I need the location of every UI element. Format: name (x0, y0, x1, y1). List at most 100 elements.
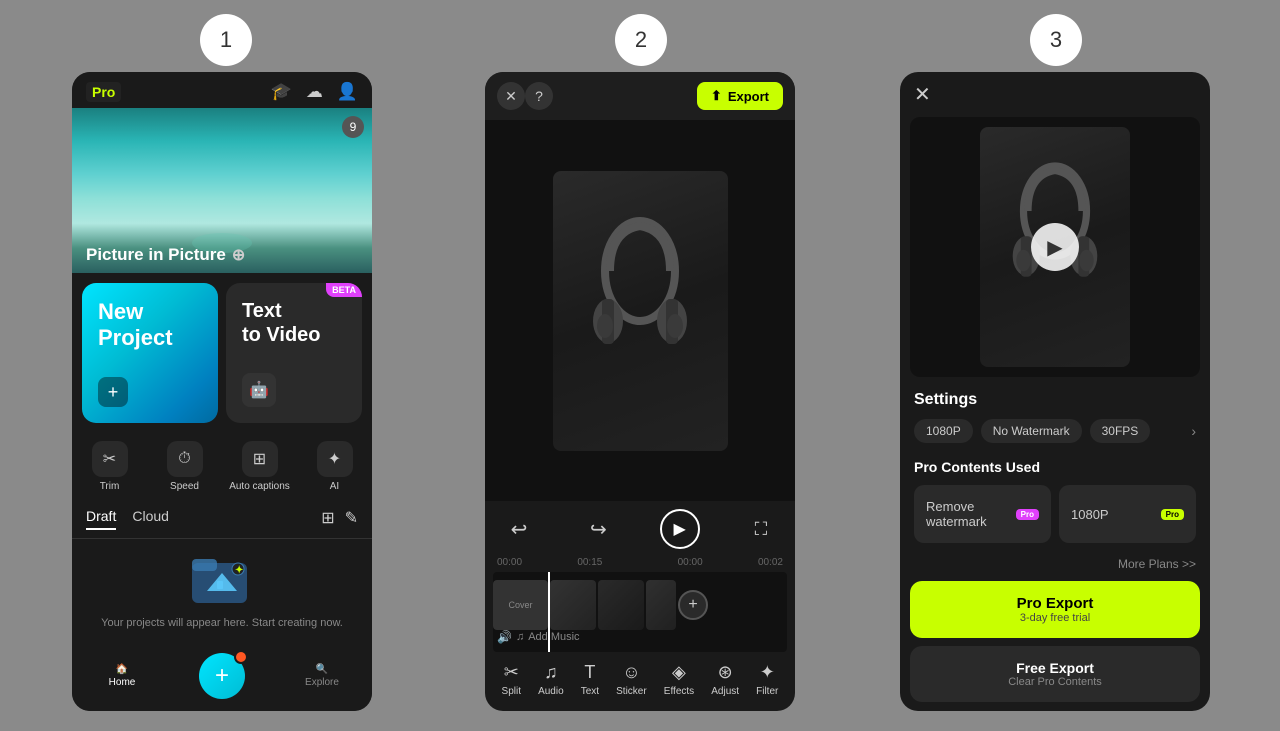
phone2-help-button[interactable]: ? (525, 82, 553, 110)
header-icons: 🎓 ☁ 👤 (271, 82, 358, 102)
clip-thumb-1[interactable] (550, 580, 596, 630)
tool-audio[interactable]: ♫ Audio (538, 662, 564, 697)
phone2-close-button[interactable]: ✕ (497, 82, 525, 110)
tool-effects[interactable]: ◈ Effects (664, 662, 694, 697)
profile-icon[interactable]: 👤 (337, 82, 358, 102)
step-circle-3: 3 (1030, 14, 1082, 66)
free-export-button[interactable]: Free Export Clear Pro Contents (910, 646, 1200, 702)
export-label: Export (728, 89, 769, 104)
undo-button[interactable]: ↩ (501, 511, 537, 547)
clip-cover[interactable]: Cover (493, 580, 548, 630)
add-icon: ⊕ (232, 245, 245, 265)
phone3-close-button[interactable]: ✕ (914, 82, 931, 107)
pro-export-button[interactable]: Pro Export 3-day free trial (910, 581, 1200, 638)
grid-icon[interactable]: ⊞ (321, 508, 334, 530)
redo-button[interactable]: ↪ (580, 511, 616, 547)
pro-contents-title: Pro Contents Used (914, 459, 1196, 475)
tool-speed[interactable]: ⏱ Speed (147, 433, 222, 500)
home-label: Home (109, 677, 136, 688)
pro-badge: Pro (86, 82, 121, 102)
tool-split[interactable]: ✂ Split (502, 662, 521, 697)
text-to-video-title: Textto Video (242, 299, 346, 347)
time-labels: 00:00 00:15 00:00 00:02 (493, 557, 787, 568)
folder-icon: ✦ (192, 553, 252, 608)
pro-items-grid: Remove watermark Pro 1080P Pro (914, 485, 1196, 543)
text-icon: T (584, 662, 595, 683)
text-to-video-card[interactable]: BETA Textto Video 🤖 (226, 283, 362, 423)
phone3-header: ✕ (900, 72, 1210, 117)
timeline[interactable]: Cover + 🔊 ♫ Add Music (493, 572, 787, 652)
clip-thumb-2[interactable] (598, 580, 644, 630)
fps-chip[interactable]: 30FPS (1090, 419, 1151, 443)
settings-row: 1080P No Watermark 30FPS › (914, 419, 1196, 443)
phone3-wrapper: ✕ ▶ Settings 1080P (900, 72, 1210, 711)
new-project-card[interactable]: NewProject + (82, 283, 218, 423)
settings-arrow-icon[interactable]: › (1191, 423, 1196, 439)
nav-home[interactable]: 🏠 Home (72, 664, 172, 688)
watermark-chip[interactable]: No Watermark (981, 419, 1082, 443)
nav-explore[interactable]: 🔍 Explore (272, 664, 372, 688)
timeline-track: Cover + (493, 580, 787, 630)
time-total: 00:15 (577, 557, 602, 568)
resolution-chip[interactable]: 1080P (914, 419, 973, 443)
tab-cloud[interactable]: Cloud (132, 508, 169, 530)
tool-trim[interactable]: ✂ Trim (72, 433, 147, 500)
export-button[interactable]: ⬆ Export (697, 82, 783, 110)
add-button[interactable]: + (199, 653, 245, 699)
hero-count-badge: 9 (342, 116, 364, 138)
new-project-plus[interactable]: + (98, 377, 128, 407)
clip-thumb-3[interactable] (646, 580, 676, 630)
tool-ai[interactable]: ✦ AI (297, 433, 372, 500)
tab-draft[interactable]: Draft (86, 508, 116, 530)
ai-icon: 🤖 (242, 373, 276, 407)
play-overlay-button[interactable]: ▶ (1031, 223, 1079, 271)
tab-actions: ⊞ ✎ (321, 508, 358, 530)
add-music[interactable]: ♫ Add Music (516, 631, 580, 643)
explore-icon: 🔍 (316, 664, 328, 675)
free-export-label: Free Export (924, 660, 1186, 676)
tool-adjust[interactable]: ⊛ Adjust (711, 662, 739, 697)
pro-trial-label: 3-day free trial (924, 612, 1186, 624)
play-button[interactable]: ▶ (660, 509, 700, 549)
settings-section: Settings 1080P No Watermark 30FPS › (900, 377, 1210, 451)
speed-icon: ⏱ (167, 441, 203, 477)
phone1-frame: Pro 🎓 ☁ 👤 Picture in Picture ⊕ 9 NewProj… (72, 72, 372, 711)
headphones-svg (590, 211, 690, 411)
graduation-icon[interactable]: 🎓 (271, 82, 292, 102)
phone2-bottom-tools: ✂ Split ♫ Audio T Text ☺ Sticker ◈ Effec… (485, 652, 795, 711)
sticker-label: Sticker (616, 686, 647, 697)
tool-filter[interactable]: ✦ Filter (756, 662, 778, 697)
step-number-2: 2 (635, 27, 647, 53)
volume-track: 🔊 ♫ Add Music (493, 628, 787, 646)
draft-cloud-tabs: Draft Cloud ⊞ ✎ (72, 500, 372, 539)
speed-label: Speed (170, 481, 199, 492)
fullscreen-button[interactable]: ⛶ (743, 511, 779, 547)
more-plans-section: More Plans >> (900, 551, 1210, 581)
pro-contents-section: Pro Contents Used Remove watermark Pro 1… (900, 451, 1210, 551)
nav-center: + (172, 653, 272, 699)
trim-icon: ✂ (92, 441, 128, 477)
more-plans-link[interactable]: More Plans >> (1118, 557, 1196, 571)
edit-icon[interactable]: ✎ (345, 508, 358, 530)
tools-row: ✂ Trim ⏱ Speed ⊞ Auto captions ✦ AI (72, 423, 372, 500)
new-project-title: NewProject (98, 299, 202, 352)
explore-label: Explore (305, 677, 339, 688)
headphones-preview (553, 171, 728, 451)
remove-watermark-item[interactable]: Remove watermark Pro (914, 485, 1051, 543)
hero-image: Picture in Picture ⊕ 9 (72, 108, 372, 273)
captions-icon: ⊞ (242, 441, 278, 477)
svg-text:✦: ✦ (235, 565, 243, 576)
audio-icon: ♫ (544, 662, 558, 683)
music-note-icon: ♫ (516, 631, 524, 643)
bottom-nav: 🏠 Home + 🔍 Explore (72, 645, 372, 711)
phone1-header: Pro 🎓 ☁ 👤 (72, 72, 372, 108)
captions-label: Auto captions (229, 481, 290, 492)
tool-text[interactable]: T Text (581, 662, 599, 697)
phone2-header: ✕ ? ⬆ Export (485, 72, 795, 120)
resolution-1080-item[interactable]: 1080P Pro (1059, 485, 1196, 543)
step-number-3: 3 (1050, 27, 1062, 53)
tool-captions[interactable]: ⊞ Auto captions (222, 433, 297, 500)
tool-sticker[interactable]: ☺ Sticker (616, 662, 647, 697)
cloud-icon[interactable]: ☁ (306, 82, 323, 102)
add-clip-button[interactable]: + (678, 590, 708, 620)
